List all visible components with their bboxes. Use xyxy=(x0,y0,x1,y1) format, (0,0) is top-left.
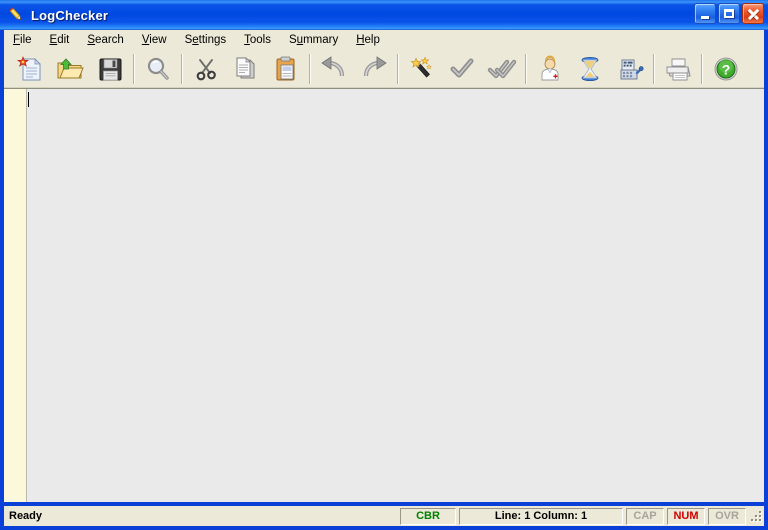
status-overwrite-indicator: OVR xyxy=(708,507,746,525)
toolbar-separator xyxy=(701,53,703,84)
open-file-button[interactable] xyxy=(50,51,90,87)
editor-gutter xyxy=(4,89,27,502)
title-bar[interactable]: LogChecker xyxy=(0,0,768,30)
status-bar: Ready CBR Line: 1 Column: 1 CAP NUM OVR xyxy=(4,506,764,526)
toolbar-separator xyxy=(653,53,655,84)
clipboard-icon xyxy=(276,56,295,80)
undo-button[interactable] xyxy=(314,51,354,87)
magic-wand-icon xyxy=(410,56,433,77)
hourglass-button[interactable] xyxy=(570,51,610,87)
cut-button[interactable] xyxy=(186,51,226,87)
toolbar-separator xyxy=(133,53,135,84)
copy-pages-icon xyxy=(236,56,255,78)
status-num-lock-indicator: NUM xyxy=(667,507,705,525)
redo-button[interactable] xyxy=(354,51,394,87)
toolbar-separator xyxy=(309,53,311,84)
printer-icon xyxy=(666,58,691,80)
register-button[interactable] xyxy=(610,51,650,87)
toolbar-separator xyxy=(525,53,527,84)
magnifier-icon xyxy=(147,57,169,80)
svg-text:?: ? xyxy=(722,61,731,77)
copy-button[interactable] xyxy=(226,51,266,87)
check-single-icon xyxy=(450,58,474,77)
new-document-icon xyxy=(16,55,41,80)
minimize-button[interactable] xyxy=(694,3,716,24)
menu-item-view[interactable]: View xyxy=(133,32,176,48)
maximize-icon xyxy=(724,9,734,18)
scissors-icon xyxy=(196,58,216,80)
menu-item-file[interactable]: File xyxy=(4,32,41,48)
check-all-button[interactable] xyxy=(482,51,522,87)
floppy-disk-icon xyxy=(99,58,122,80)
doctor-icon xyxy=(541,55,559,80)
application-window: LogChecker File Edit Search View Setting… xyxy=(0,0,768,530)
doctor-button[interactable] xyxy=(530,51,570,87)
menu-item-search[interactable]: Search xyxy=(78,32,132,48)
toolbar: ? xyxy=(4,50,764,88)
status-cbr-indicator: CBR xyxy=(400,507,456,525)
close-button[interactable] xyxy=(742,3,764,24)
toolbar-separator xyxy=(181,53,183,84)
menu-item-settings[interactable]: Settings xyxy=(176,32,236,48)
help-button[interactable]: ? xyxy=(706,51,746,87)
magic-wand-button[interactable] xyxy=(402,51,442,87)
status-cursor-position: Line: 1 Column: 1 xyxy=(459,507,623,525)
pencil-icon xyxy=(6,5,26,25)
minimize-icon xyxy=(701,15,709,19)
cash-register-icon xyxy=(620,59,644,79)
resize-grip[interactable] xyxy=(750,509,764,523)
new-file-button[interactable] xyxy=(10,51,50,87)
print-button[interactable] xyxy=(658,51,698,87)
save-file-button[interactable] xyxy=(90,51,130,87)
menu-item-summary[interactable]: Summary xyxy=(280,32,347,48)
menu-item-edit[interactable]: Edit xyxy=(41,32,79,48)
status-ready-panel: Ready xyxy=(9,510,43,522)
window-controls xyxy=(694,3,764,24)
find-button[interactable] xyxy=(138,51,178,87)
text-editor[interactable] xyxy=(27,89,764,502)
check-double-icon xyxy=(487,59,517,78)
paste-button[interactable] xyxy=(266,51,306,87)
window-title: LogChecker xyxy=(31,7,109,23)
hourglass-icon xyxy=(581,56,599,81)
status-caps-lock-indicator: CAP xyxy=(626,507,664,525)
menu-item-help[interactable]: Help xyxy=(347,32,389,48)
help-question-icon: ? xyxy=(714,57,738,80)
maximize-button[interactable] xyxy=(718,3,740,24)
undo-arrow-icon xyxy=(321,55,345,76)
menu-item-tools[interactable]: Tools xyxy=(235,32,280,48)
toolbar-separator xyxy=(397,53,399,84)
check-button[interactable] xyxy=(442,51,482,87)
open-folder-icon xyxy=(57,57,84,78)
text-caret xyxy=(28,92,29,107)
redo-arrow-icon xyxy=(363,55,387,76)
close-icon xyxy=(747,8,759,20)
editor-area xyxy=(4,88,764,502)
menu-bar: File Edit Search View Settings Tools Sum… xyxy=(4,30,764,50)
